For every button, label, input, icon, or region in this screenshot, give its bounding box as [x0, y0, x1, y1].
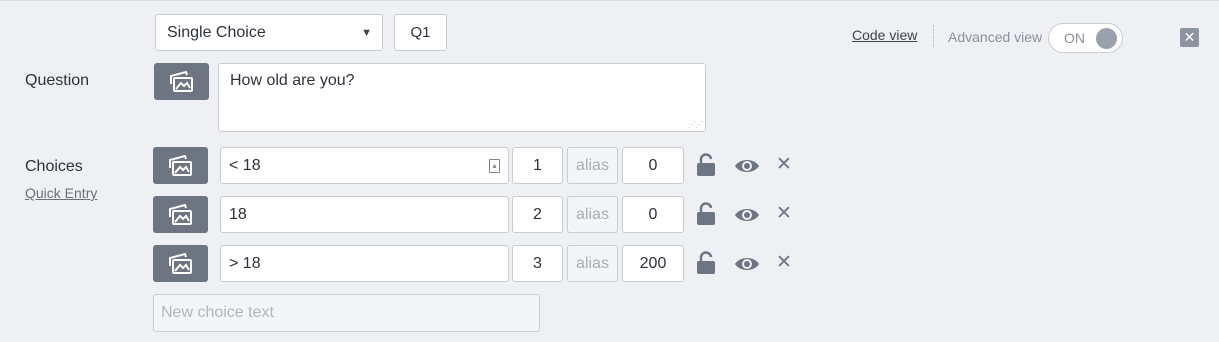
choice-value-input[interactable]: 200	[622, 245, 684, 282]
eye-icon[interactable]	[734, 255, 760, 273]
question-text-input[interactable]: How old are you? ⋰⋰	[218, 63, 706, 132]
add-question-image-button[interactable]	[154, 63, 209, 100]
choice-value-input[interactable]: 0	[622, 147, 684, 184]
image-icon	[168, 203, 192, 225]
choice-text: < 18	[229, 156, 261, 174]
image-icon	[168, 154, 192, 176]
choice-code-input[interactable]: 1	[512, 147, 563, 184]
contact-card-icon[interactable]: ▴	[489, 158, 500, 173]
choice-code-input[interactable]: 2	[512, 196, 563, 233]
unlock-icon[interactable]	[696, 202, 716, 226]
close-icon[interactable]: ✕	[1180, 28, 1199, 47]
choice-row: > 18 3 alias 200 ✕	[153, 245, 813, 283]
eye-icon[interactable]	[734, 206, 760, 224]
choice-row: < 18 ▴ 1 alias 0 ✕	[153, 147, 813, 185]
divider	[933, 25, 934, 47]
choice-text-input[interactable]: 18	[220, 196, 509, 233]
resize-handle-icon[interactable]: ⋰⋰	[688, 120, 703, 129]
choices-label: Choices	[25, 158, 83, 175]
question-label: Question	[25, 72, 90, 89]
advanced-view-toggle[interactable]: ON	[1048, 23, 1123, 53]
image-icon	[168, 252, 192, 274]
chevron-down-icon: ▼	[361, 26, 372, 39]
add-choice-image-button[interactable]	[153, 147, 208, 184]
toggle-knob	[1096, 28, 1117, 49]
unlock-icon[interactable]	[696, 153, 716, 177]
eye-icon[interactable]	[734, 157, 760, 175]
choice-alias-input[interactable]: alias	[567, 147, 618, 184]
toggle-state-label: ON	[1064, 30, 1085, 46]
choice-value-input[interactable]: 0	[622, 196, 684, 233]
question-id-field[interactable]: Q1	[394, 14, 447, 51]
choice-text-input[interactable]: < 18 ▴	[220, 147, 509, 184]
add-choice-image-button[interactable]	[153, 245, 208, 282]
add-choice-image-button[interactable]	[153, 196, 208, 233]
new-choice-input[interactable]	[153, 294, 540, 332]
question-text: How old are you?	[230, 72, 355, 89]
choice-text: > 18	[229, 254, 261, 272]
code-view-link[interactable]: Code view	[852, 27, 917, 43]
delete-choice-icon[interactable]: ✕	[776, 202, 792, 226]
question-type-value: Single Choice	[167, 23, 266, 41]
choice-alias-input[interactable]: alias	[567, 196, 618, 233]
unlock-icon[interactable]	[696, 251, 716, 275]
quick-entry-link[interactable]: Quick Entry	[25, 185, 97, 201]
choice-text: 18	[229, 205, 247, 223]
choice-row: 18 2 alias 0 ✕	[153, 196, 813, 234]
choice-text-input[interactable]: > 18	[220, 245, 509, 282]
question-type-select[interactable]: Single Choice ▼	[155, 14, 383, 51]
delete-choice-icon[interactable]: ✕	[776, 153, 792, 177]
delete-choice-icon[interactable]: ✕	[776, 251, 792, 275]
choice-alias-input[interactable]: alias	[567, 245, 618, 282]
choice-code-input[interactable]: 3	[512, 245, 563, 282]
advanced-view-label: Advanced view	[948, 29, 1043, 45]
image-icon	[169, 70, 193, 92]
